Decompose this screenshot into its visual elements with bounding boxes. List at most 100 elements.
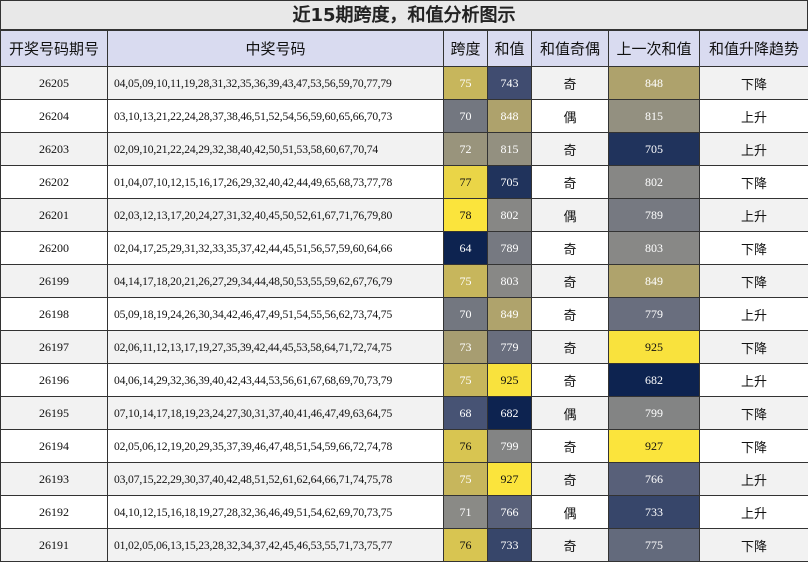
issue-cell: 26193: [0, 462, 108, 496]
column-header-span: 跨度: [443, 30, 488, 67]
table-row: 26205 04,05,09,10,11,19,28,31,32,35,36,39…: [0, 66, 808, 100]
prev-sum-cell: 815: [608, 99, 700, 133]
span-cell: 71: [443, 495, 488, 529]
sum-cell: 733: [487, 528, 532, 562]
table-row: 26200 02,04,17,25,29,31,32,33,35,37,42,44…: [0, 231, 808, 265]
prev-sum-cell: 802: [608, 165, 700, 199]
prev-sum-cell: 925: [608, 330, 700, 364]
issue-cell: 26199: [0, 264, 108, 298]
parity-cell: 奇: [531, 66, 609, 100]
trend-cell: 上升: [699, 297, 808, 331]
sum-cell: 927: [487, 462, 532, 496]
prev-sum-cell: 682: [608, 363, 700, 397]
numbers-cell: 03,10,13,21,22,24,28,37,38,46,51,52,54,5…: [107, 99, 444, 133]
trend-cell: 下降: [699, 264, 808, 298]
prev-sum-cell: 779: [608, 297, 700, 331]
table-row: 26198 05,09,18,19,24,26,30,34,42,46,47,49…: [0, 297, 808, 331]
trend-cell: 上升: [699, 132, 808, 166]
prev-sum-cell: 775: [608, 528, 700, 562]
trend-cell: 下降: [699, 66, 808, 100]
parity-cell: 奇: [531, 165, 609, 199]
prev-sum-cell: 927: [608, 429, 700, 463]
numbers-cell: 04,14,17,18,20,21,26,27,29,34,44,48,50,5…: [107, 264, 444, 298]
numbers-cell: 04,10,12,15,16,18,19,27,28,32,36,46,49,5…: [107, 495, 444, 529]
column-header-numbers: 中奖号码: [107, 30, 444, 67]
issue-cell: 26195: [0, 396, 108, 430]
header-row: 开奖号码期号 中奖号码 跨度 和值 和值奇偶 上一次和值 和值升降趋势: [0, 30, 808, 67]
span-cell: 76: [443, 528, 488, 562]
lottery-analysis-panel: 近15期跨度，和值分析图示 开奖号码期号 中奖号码 跨度 和值 和值奇偶 上一次…: [0, 0, 808, 562]
issue-cell: 26205: [0, 66, 108, 100]
prev-sum-cell: 803: [608, 231, 700, 265]
numbers-cell: 01,02,05,06,13,15,23,28,32,34,37,42,45,4…: [107, 528, 444, 562]
table-row: 26195 07,10,14,17,18,19,23,24,27,30,31,37…: [0, 396, 808, 430]
table-row: 26204 03,10,13,21,22,24,28,37,38,46,51,52…: [0, 99, 808, 133]
prev-sum-cell: 789: [608, 198, 700, 232]
span-cell: 64: [443, 231, 488, 265]
analysis-table: 开奖号码期号 中奖号码 跨度 和值 和值奇偶 上一次和值 和值升降趋势 2620…: [0, 30, 808, 562]
numbers-cell: 02,06,11,12,13,17,19,27,35,39,42,44,45,5…: [107, 330, 444, 364]
span-cell: 75: [443, 66, 488, 100]
issue-cell: 26198: [0, 297, 108, 331]
prev-sum-cell: 705: [608, 132, 700, 166]
parity-cell: 偶: [531, 99, 609, 133]
issue-cell: 26201: [0, 198, 108, 232]
trend-cell: 下降: [699, 528, 808, 562]
span-cell: 75: [443, 363, 488, 397]
parity-cell: 奇: [531, 528, 609, 562]
numbers-cell: 07,10,14,17,18,19,23,24,27,30,31,37,40,4…: [107, 396, 444, 430]
numbers-cell: 04,05,09,10,11,19,28,31,32,35,36,39,43,4…: [107, 66, 444, 100]
table-row: 26199 04,14,17,18,20,21,26,27,29,34,44,48…: [0, 264, 808, 298]
trend-cell: 下降: [699, 330, 808, 364]
sum-cell: 779: [487, 330, 532, 364]
trend-cell: 上升: [699, 363, 808, 397]
span-cell: 75: [443, 462, 488, 496]
issue-cell: 26197: [0, 330, 108, 364]
sum-cell: 743: [487, 66, 532, 100]
parity-cell: 偶: [531, 396, 609, 430]
span-cell: 70: [443, 297, 488, 331]
issue-cell: 26196: [0, 363, 108, 397]
trend-cell: 上升: [699, 198, 808, 232]
table-row: 26197 02,06,11,12,13,17,19,27,35,39,42,44…: [0, 330, 808, 364]
trend-cell: 下降: [699, 165, 808, 199]
sum-cell: 848: [487, 99, 532, 133]
parity-cell: 偶: [531, 495, 609, 529]
trend-cell: 上升: [699, 495, 808, 529]
span-cell: 72: [443, 132, 488, 166]
table-row: 26201 02,03,12,13,17,20,24,27,31,32,40,45…: [0, 198, 808, 232]
numbers-cell: 02,05,06,12,19,20,29,35,37,39,46,47,48,5…: [107, 429, 444, 463]
numbers-cell: 02,09,10,21,22,24,29,32,38,40,42,50,51,5…: [107, 132, 444, 166]
span-cell: 68: [443, 396, 488, 430]
parity-cell: 奇: [531, 297, 609, 331]
trend-cell: 下降: [699, 231, 808, 265]
page-title: 近15期跨度，和值分析图示: [0, 0, 808, 30]
numbers-cell: 02,03,12,13,17,20,24,27,31,32,40,45,50,5…: [107, 198, 444, 232]
column-header-parity: 和值奇偶: [531, 30, 609, 67]
trend-cell: 上升: [699, 462, 808, 496]
trend-cell: 下降: [699, 429, 808, 463]
table-row: 26202 01,04,07,10,12,15,16,17,26,29,32,40…: [0, 165, 808, 199]
sum-cell: 766: [487, 495, 532, 529]
sum-cell: 799: [487, 429, 532, 463]
parity-cell: 奇: [531, 231, 609, 265]
issue-cell: 26200: [0, 231, 108, 265]
table-row: 26191 01,02,05,06,13,15,23,28,32,34,37,42…: [0, 528, 808, 562]
issue-cell: 26191: [0, 528, 108, 562]
numbers-cell: 02,04,17,25,29,31,32,33,35,37,42,44,45,5…: [107, 231, 444, 265]
parity-cell: 奇: [531, 429, 609, 463]
parity-cell: 奇: [531, 363, 609, 397]
issue-cell: 26203: [0, 132, 108, 166]
column-header-issue: 开奖号码期号: [0, 30, 108, 67]
sum-cell: 849: [487, 297, 532, 331]
prev-sum-cell: 799: [608, 396, 700, 430]
column-header-sum: 和值: [487, 30, 532, 67]
trend-cell: 上升: [699, 99, 808, 133]
table-row: 26194 02,05,06,12,19,20,29,35,37,39,46,47…: [0, 429, 808, 463]
sum-cell: 925: [487, 363, 532, 397]
numbers-cell: 03,07,15,22,29,30,37,40,42,48,51,52,61,6…: [107, 462, 444, 496]
parity-cell: 奇: [531, 330, 609, 364]
span-cell: 70: [443, 99, 488, 133]
numbers-cell: 05,09,18,19,24,26,30,34,42,46,47,49,51,5…: [107, 297, 444, 331]
parity-cell: 奇: [531, 132, 609, 166]
